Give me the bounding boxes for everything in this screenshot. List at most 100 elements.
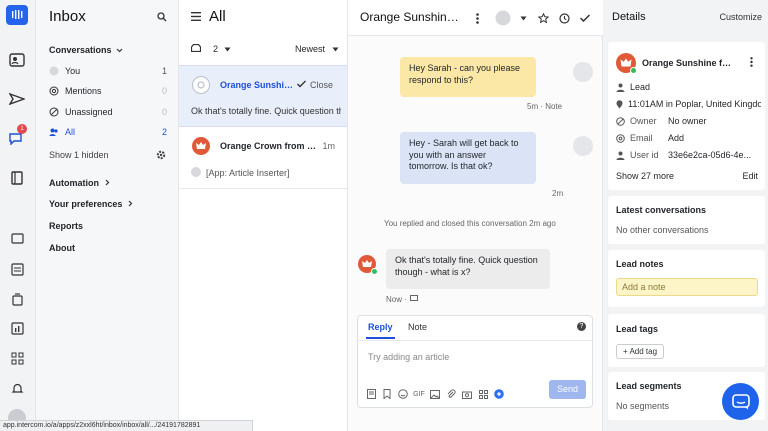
preferences-label: Your preferences bbox=[49, 199, 123, 209]
location-value: 11:01AM in Poplar, United Kingdom bbox=[628, 99, 761, 109]
help-icon[interactable]: ? bbox=[577, 322, 586, 331]
star-icon[interactable] bbox=[536, 11, 550, 25]
owner-value[interactable]: No owner bbox=[668, 116, 707, 126]
series-icon[interactable] bbox=[6, 258, 28, 280]
sort-dropdown[interactable]: Newest bbox=[295, 44, 339, 54]
sidebar-item-label: All bbox=[65, 127, 76, 137]
details-title: Details bbox=[612, 11, 646, 23]
online-status-dot bbox=[630, 67, 637, 74]
message-meta: 2m bbox=[552, 189, 564, 198]
latest-conversations-card: Latest conversations No other conversati… bbox=[608, 196, 765, 244]
email-add[interactable]: Add bbox=[668, 133, 684, 143]
gear-icon[interactable] bbox=[156, 150, 166, 162]
inbox-tray-icon bbox=[190, 43, 202, 54]
message-meta: Now · bbox=[386, 295, 407, 304]
online-status-dot bbox=[371, 268, 378, 275]
contact-type: Lead bbox=[630, 82, 651, 92]
customize-button[interactable]: Customize bbox=[719, 12, 762, 22]
app-store-icon[interactable] bbox=[462, 389, 472, 399]
sidebar-item-label: Unassigned bbox=[65, 107, 113, 117]
hamburger-icon[interactable] bbox=[191, 8, 201, 25]
note-message: Hey Sarah - can you please respond to th… bbox=[400, 57, 536, 97]
reports-icon[interactable] bbox=[6, 317, 28, 339]
assignee-avatar[interactable] bbox=[494, 9, 512, 27]
reply-composer: Reply Note ? Try adding an article GIF S… bbox=[357, 315, 593, 408]
snooze-clock-icon[interactable] bbox=[557, 11, 571, 25]
intercom-logo-icon[interactable] bbox=[6, 5, 28, 25]
attachment-icon[interactable] bbox=[446, 389, 456, 399]
reports-link[interactable]: Reports bbox=[49, 221, 83, 231]
select-checkbox[interactable] bbox=[192, 76, 210, 94]
show-hidden-link[interactable]: Show 1 hidden bbox=[49, 150, 109, 160]
articles-icon[interactable] bbox=[6, 167, 28, 189]
conversation-item-active[interactable]: Orange Sunshine from Poplar Close Ok tha… bbox=[179, 65, 347, 127]
message-meta-row: Now · bbox=[386, 295, 418, 304]
conversations-section-toggle[interactable]: Conversations bbox=[49, 45, 123, 55]
tab-note[interactable]: Note bbox=[408, 322, 427, 332]
apps-icon[interactable] bbox=[6, 347, 28, 369]
operator-icon[interactable] bbox=[6, 288, 28, 310]
avatar bbox=[191, 167, 201, 177]
inbox-sidebar: Inbox Conversations You 1 Mentions 0 Una… bbox=[36, 0, 179, 431]
teammate-avatar bbox=[573, 62, 593, 82]
about-link[interactable]: About bbox=[49, 243, 75, 253]
conversation-item[interactable]: Orange Crown from Poplar 1m [App: Articl… bbox=[179, 127, 347, 189]
lead-notes-card: Lead notes Add a note bbox=[608, 250, 765, 307]
notifications-icon[interactable] bbox=[6, 377, 28, 399]
sidebar-item-you[interactable]: You 1 bbox=[49, 64, 167, 78]
messages-icon[interactable] bbox=[6, 228, 28, 250]
apps-grid-icon[interactable] bbox=[478, 389, 488, 399]
sidebar-item-label: You bbox=[65, 66, 81, 76]
chevron-down-icon[interactable] bbox=[224, 44, 231, 54]
status-url-bar: app.intercom.io/a/apps/z2xxl6ht/inbox/in… bbox=[0, 420, 253, 431]
bookmark-icon[interactable] bbox=[382, 389, 392, 399]
app-rail: 1 bbox=[0, 0, 36, 431]
more-options-icon[interactable] bbox=[750, 57, 753, 69]
avatar-icon bbox=[49, 66, 59, 76]
contact-name[interactable]: Orange Sunshine from Poplar bbox=[642, 58, 734, 68]
userid-value: 33e6e2ca-05d6-4e... bbox=[668, 150, 752, 160]
open-count[interactable]: 2 bbox=[213, 44, 218, 54]
more-options-icon[interactable] bbox=[470, 11, 484, 25]
person-icon bbox=[616, 83, 625, 92]
messenger-launcher-button[interactable] bbox=[722, 383, 759, 420]
system-event: You replied and closed this conversation… bbox=[384, 219, 556, 228]
smart-reply-icon[interactable] bbox=[494, 389, 504, 399]
composer-input[interactable]: Try adding an article bbox=[368, 352, 449, 362]
sidebar-item-unassigned[interactable]: Unassigned 0 bbox=[49, 105, 167, 119]
show-more-link[interactable]: Show 27 more bbox=[616, 171, 674, 181]
reply-message: Hey - Sarah will get back to you with an… bbox=[400, 132, 536, 184]
gif-icon[interactable]: GIF bbox=[413, 389, 425, 399]
add-note-input[interactable]: Add a note bbox=[616, 278, 758, 296]
conversation-pane: Orange Sunshine from Poplar Hey Sarah - … bbox=[348, 0, 603, 431]
crown-avatar-icon bbox=[192, 137, 210, 155]
conversation-snippet: [App: Article Inserter] bbox=[206, 168, 290, 178]
email-row[interactable]: Email Add bbox=[616, 133, 684, 143]
automation-link[interactable]: Automation bbox=[49, 178, 110, 188]
preferences-link[interactable]: Your preferences bbox=[49, 199, 133, 209]
list-toolbar: 2 Newest bbox=[190, 43, 339, 54]
sidebar-item-all[interactable]: All 2 bbox=[49, 125, 167, 139]
sidebar-item-mentions[interactable]: Mentions 0 bbox=[49, 84, 167, 98]
lead-tags-title: Lead tags bbox=[616, 324, 659, 334]
image-icon[interactable] bbox=[430, 389, 440, 399]
details-panel: Details Customize Orange Sunshine from P… bbox=[603, 0, 768, 431]
emoji-icon[interactable] bbox=[398, 389, 408, 399]
add-tag-button[interactable]: + Add tag bbox=[616, 344, 665, 359]
chevron-down-icon[interactable] bbox=[516, 11, 530, 25]
tab-reply[interactable]: Reply bbox=[366, 322, 395, 339]
contact-card: Orange Sunshine from Poplar Lead 11:01AM… bbox=[608, 42, 765, 190]
outbound-icon[interactable] bbox=[6, 88, 28, 110]
send-button[interactable]: Send bbox=[549, 380, 586, 399]
latest-conversations-value: No other conversations bbox=[616, 225, 709, 235]
owner-label: Owner bbox=[630, 116, 657, 126]
edit-link[interactable]: Edit bbox=[742, 171, 758, 181]
teammate-avatar bbox=[573, 136, 593, 156]
owner-row[interactable]: Owner No owner bbox=[616, 116, 707, 126]
contacts-icon[interactable] bbox=[6, 49, 28, 71]
search-icon[interactable] bbox=[157, 12, 167, 24]
conversation-snippet: Ok that's totally fine. Quick question t… bbox=[191, 106, 341, 116]
article-icon[interactable] bbox=[366, 389, 376, 399]
close-conversation-button[interactable]: Close bbox=[297, 80, 333, 90]
check-icon[interactable] bbox=[578, 11, 592, 25]
